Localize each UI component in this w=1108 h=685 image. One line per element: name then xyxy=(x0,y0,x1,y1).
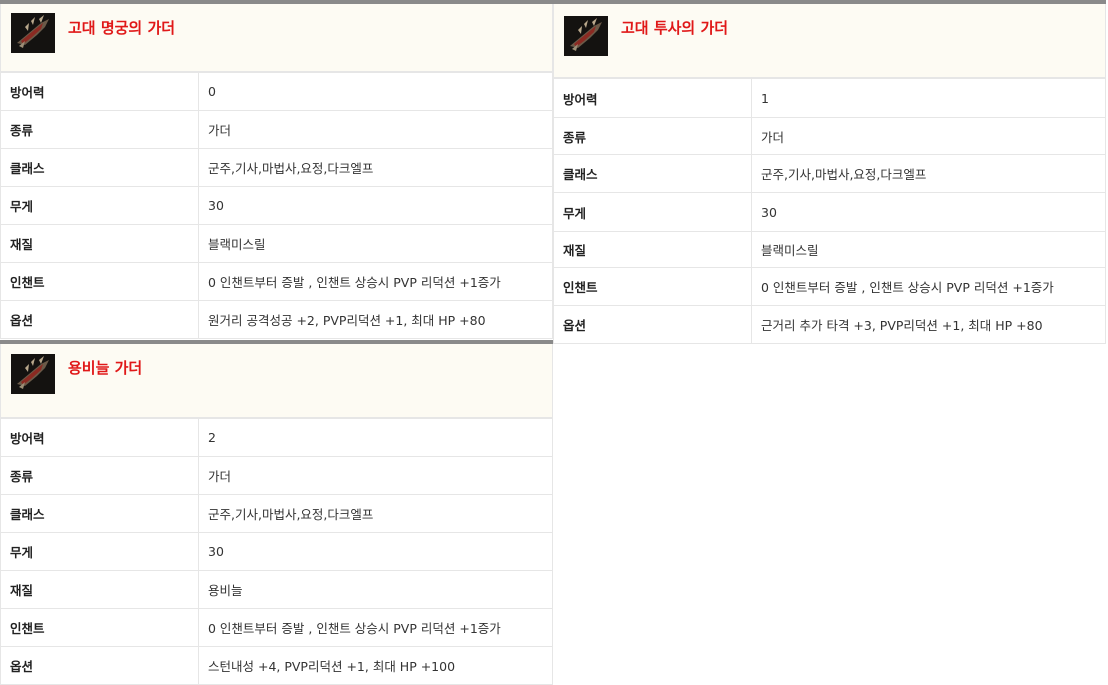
attr-label: 클래스 xyxy=(0,494,199,533)
attr-label: 옵션 xyxy=(553,305,752,344)
table-row: 클래스 군주,기사,마법사,요정,다크엘프 xyxy=(553,154,1106,193)
table-row: 종류 가더 xyxy=(553,117,1106,155)
attr-label: 인챈트 xyxy=(553,267,752,306)
attr-value: 원거리 공격성공 +2, PVP리덕션 +1, 최대 HP +80 xyxy=(198,300,553,339)
attr-value: 1 xyxy=(751,78,1106,118)
table-row: 종류 가더 xyxy=(0,456,553,495)
item-card-header: 고대 투사의 가더 xyxy=(553,4,1106,78)
attr-value: 군주,기사,마법사,요정,다크엘프 xyxy=(198,148,553,187)
attr-label: 무게 xyxy=(0,532,199,571)
attr-value: 30 xyxy=(198,532,553,571)
item-title: 고대 투사의 가더 xyxy=(621,19,729,37)
table-row: 클래스 군주,기사,마법사,요정,다크엘프 xyxy=(0,494,553,533)
table-row: 재질 용비늘 xyxy=(0,570,553,609)
table-row: 클래스 군주,기사,마법사,요정,다크엘프 xyxy=(0,148,553,187)
attr-value: 0 xyxy=(198,72,553,111)
item-card-ancient-warrior-guarder: 고대 투사의 가더 방어력 1 종류 가더 클래스 군주,기사,마법사,요정,다… xyxy=(553,0,1106,344)
table-row: 무게 30 xyxy=(553,192,1106,232)
attr-value: 30 xyxy=(751,192,1106,232)
item-card-header: 고대 명궁의 가더 xyxy=(0,4,553,72)
attr-value: 가더 xyxy=(198,456,553,495)
table-row: 옵션 원거리 공격성공 +2, PVP리덕션 +1, 최대 HP +80 xyxy=(0,300,553,339)
item-title: 용비늘 가더 xyxy=(68,359,143,377)
table-row: 인챈트 0 인챈트부터 증발 , 인챈트 상승시 PVP 리덕션 +1증가 xyxy=(0,608,553,647)
item-attributes-table: 방어력 2 종류 가더 클래스 군주,기사,마법사,요정,다크엘프 무게 30 … xyxy=(0,418,553,685)
attr-label: 방어력 xyxy=(553,78,752,118)
attr-value: 근거리 추가 타격 +3, PVP리덕션 +1, 최대 HP +80 xyxy=(751,305,1106,344)
attr-label: 종류 xyxy=(0,456,199,495)
item-card-dragon-scale-guarder: 용비늘 가더 방어력 2 종류 가더 클래스 군주,기사,마법사,요정,다크엘프… xyxy=(0,340,553,685)
attr-label: 클래스 xyxy=(553,154,752,193)
item-card-ancient-archer-guarder: 고대 명궁의 가더 방어력 0 종류 가더 클래스 군주,기사,마법사,요정,다… xyxy=(0,0,553,339)
attr-label: 종류 xyxy=(553,117,752,155)
attr-label: 옵션 xyxy=(0,300,199,339)
guarder-item-icon xyxy=(11,354,55,394)
attr-value: 블랙미스릴 xyxy=(198,224,553,263)
attr-label: 방어력 xyxy=(0,72,199,111)
attr-value: 가더 xyxy=(198,110,553,149)
table-row: 재질 블랙미스릴 xyxy=(553,231,1106,268)
attr-value: 0 인챈트부터 증발 , 인챈트 상승시 PVP 리덕션 +1증가 xyxy=(751,267,1106,306)
table-row: 무게 30 xyxy=(0,532,553,571)
attr-label: 인챈트 xyxy=(0,262,199,301)
table-row: 방어력 2 xyxy=(0,418,553,457)
attr-value: 0 인챈트부터 증발 , 인챈트 상승시 PVP 리덕션 +1증가 xyxy=(198,262,553,301)
attr-value: 블랙미스릴 xyxy=(751,231,1106,268)
item-attributes-table: 방어력 0 종류 가더 클래스 군주,기사,마법사,요정,다크엘프 무게 30 … xyxy=(0,72,553,339)
attr-label: 무게 xyxy=(553,192,752,232)
attr-label: 인챈트 xyxy=(0,608,199,647)
item-title: 고대 명궁의 가더 xyxy=(68,19,176,37)
attr-label: 방어력 xyxy=(0,418,199,457)
attr-label: 재질 xyxy=(0,224,199,263)
item-card-header: 용비늘 가더 xyxy=(0,344,553,418)
attr-label: 종류 xyxy=(0,110,199,149)
table-row: 인챈트 0 인챈트부터 증발 , 인챈트 상승시 PVP 리덕션 +1증가 xyxy=(0,262,553,301)
table-row: 재질 블랙미스릴 xyxy=(0,224,553,263)
attr-value: 군주,기사,마법사,요정,다크엘프 xyxy=(198,494,553,533)
attr-value: 0 인챈트부터 증발 , 인챈트 상승시 PVP 리덕션 +1증가 xyxy=(198,608,553,647)
attr-label: 재질 xyxy=(0,570,199,609)
table-row: 옵션 스턴내성 +4, PVP리덕션 +1, 최대 HP +100 xyxy=(0,646,553,685)
attr-value: 스턴내성 +4, PVP리덕션 +1, 최대 HP +100 xyxy=(198,646,553,685)
item-attributes-table: 방어력 1 종류 가더 클래스 군주,기사,마법사,요정,다크엘프 무게 30 … xyxy=(553,78,1106,344)
guarder-item-icon xyxy=(11,13,55,53)
attr-label: 무게 xyxy=(0,186,199,225)
guarder-item-icon xyxy=(564,16,608,56)
attr-label: 재질 xyxy=(553,231,752,268)
table-row: 인챈트 0 인챈트부터 증발 , 인챈트 상승시 PVP 리덕션 +1증가 xyxy=(553,267,1106,306)
attr-value: 2 xyxy=(198,418,553,457)
attr-value: 군주,기사,마법사,요정,다크엘프 xyxy=(751,154,1106,193)
table-row: 방어력 0 xyxy=(0,72,553,111)
table-row: 옵션 근거리 추가 타격 +3, PVP리덕션 +1, 최대 HP +80 xyxy=(553,305,1106,344)
table-row: 방어력 1 xyxy=(553,78,1106,118)
attr-value: 30 xyxy=(198,186,553,225)
attr-label: 옵션 xyxy=(0,646,199,685)
attr-label: 클래스 xyxy=(0,148,199,187)
attr-value: 가더 xyxy=(751,117,1106,155)
attr-value: 용비늘 xyxy=(198,570,553,609)
table-row: 종류 가더 xyxy=(0,110,553,149)
table-row: 무게 30 xyxy=(0,186,553,225)
